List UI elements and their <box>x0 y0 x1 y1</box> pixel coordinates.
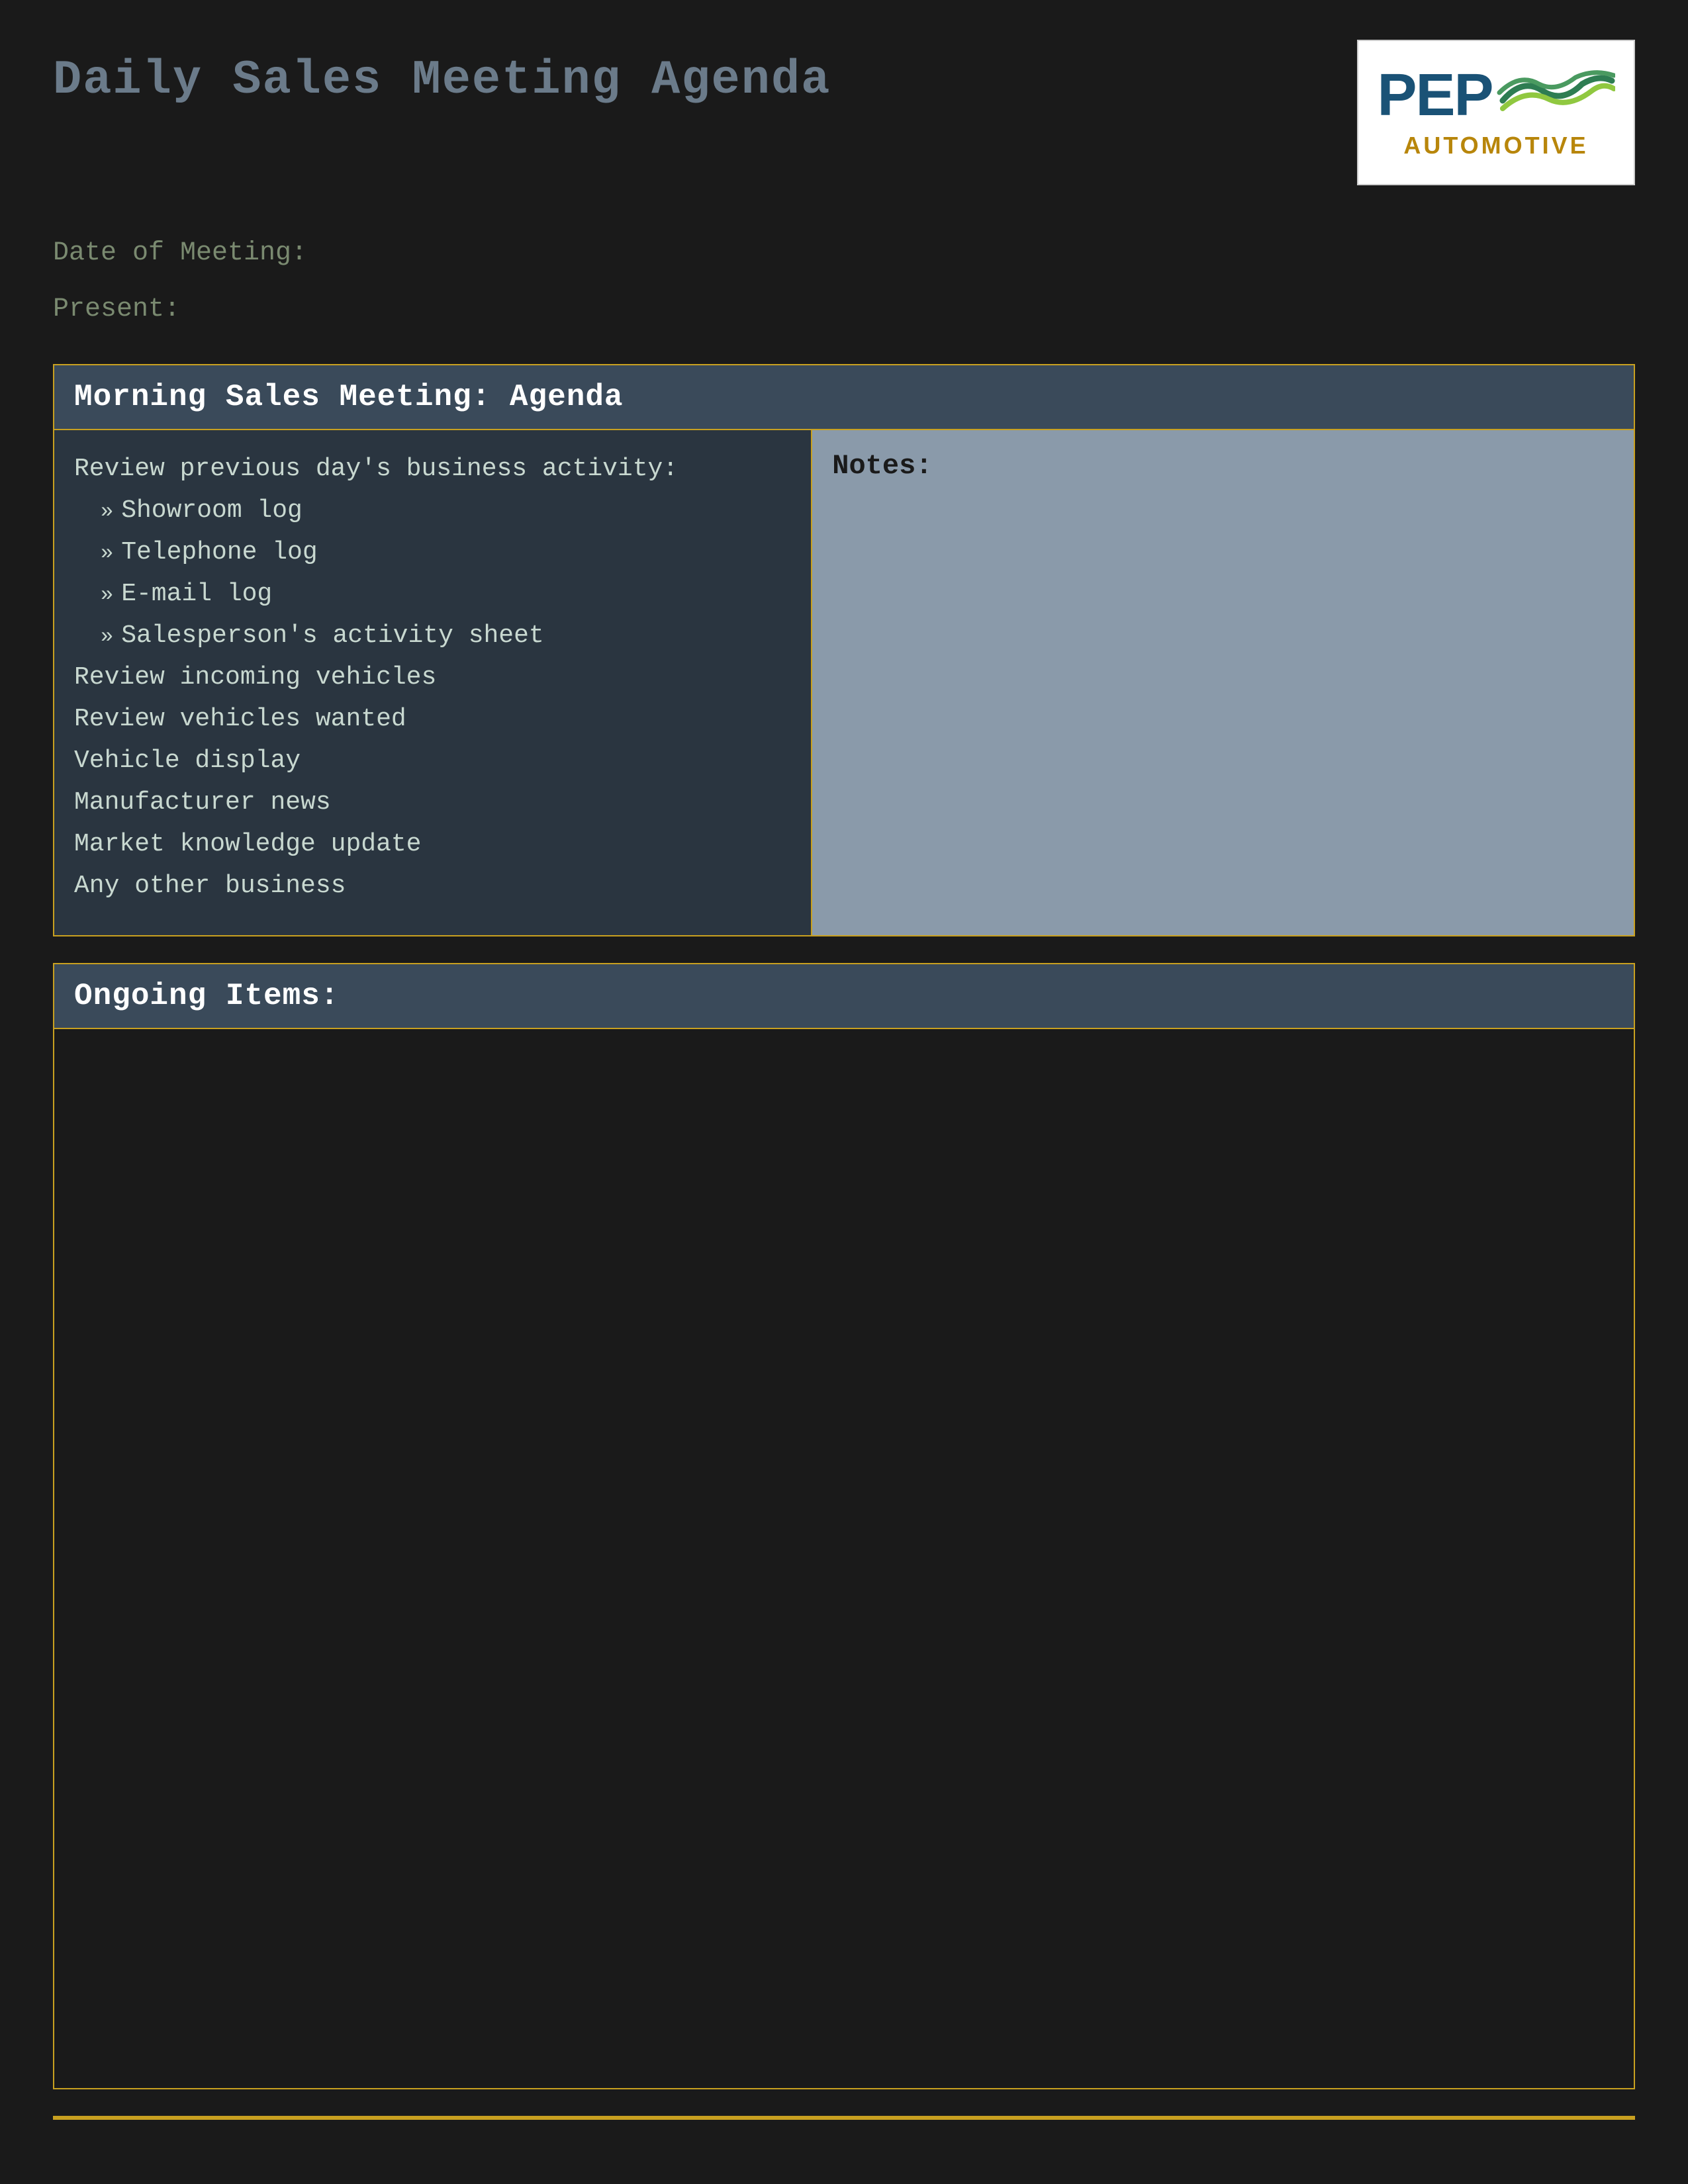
logo: PEP AUTOMOTIVE <box>1357 40 1635 185</box>
page-title: Daily Sales Meeting Agenda <box>53 40 831 107</box>
ongoing-section-title: Ongoing Items: <box>74 979 339 1013</box>
morning-section-title: Morning Sales Meeting: Agenda <box>74 380 624 414</box>
wave-svg <box>1496 68 1615 114</box>
list-item: » E-mail log <box>74 575 791 613</box>
morning-agenda-section: Morning Sales Meeting: Agenda Review pre… <box>53 364 1635 936</box>
list-item: Manufacturer news <box>74 784 791 821</box>
logo-waves <box>1496 68 1615 117</box>
review-header: Review previous day's business activity: <box>74 450 791 488</box>
list-item-text: Salesperson's activity sheet <box>121 617 544 655</box>
logo-automotive-text: AUTOMOTIVE <box>1403 132 1588 159</box>
date-label: Date of Meeting: <box>53 238 1635 268</box>
bullet-icon: » <box>101 537 113 569</box>
bottom-divider <box>53 2116 1635 2120</box>
list-item-text: E-mail log <box>121 575 272 613</box>
logo-pep-row: PEP <box>1377 66 1615 125</box>
bullet-icon: » <box>101 579 113 611</box>
page: Daily Sales Meeting Agenda PEP AUTOMOTIV… <box>53 40 1635 2120</box>
list-item: Review vehicles wanted <box>74 700 791 738</box>
ongoing-section: Ongoing Items: <box>53 963 1635 2089</box>
list-item: Vehicle display <box>74 742 791 780</box>
list-item-text: Telephone log <box>121 533 317 571</box>
ongoing-body <box>54 1029 1634 2088</box>
morning-section-header: Morning Sales Meeting: Agenda <box>54 365 1634 430</box>
notes-label: Notes: <box>832 450 932 482</box>
list-item: Market knowledge update <box>74 825 791 863</box>
list-item: Any other business <box>74 867 791 905</box>
agenda-body: Review previous day's business activity:… <box>54 430 1634 935</box>
list-item: » Telephone log <box>74 533 791 571</box>
ongoing-section-header: Ongoing Items: <box>54 964 1634 1029</box>
agenda-left-column: Review previous day's business activity:… <box>54 430 812 935</box>
list-item: » Showroom log <box>74 492 791 529</box>
logo-pep-text: PEP <box>1377 66 1492 125</box>
bullet-icon: » <box>101 496 113 527</box>
present-label: Present: <box>53 295 1635 324</box>
list-item: » Salesperson's activity sheet <box>74 617 791 655</box>
agenda-notes-column: Notes: <box>812 430 1634 935</box>
meta-section: Date of Meeting: Present: <box>53 238 1635 324</box>
bullet-icon: » <box>101 621 113 653</box>
list-item-text: Showroom log <box>121 492 303 529</box>
list-item: Review incoming vehicles <box>74 659 791 696</box>
header: Daily Sales Meeting Agenda PEP AUTOMOTIV… <box>53 40 1635 185</box>
